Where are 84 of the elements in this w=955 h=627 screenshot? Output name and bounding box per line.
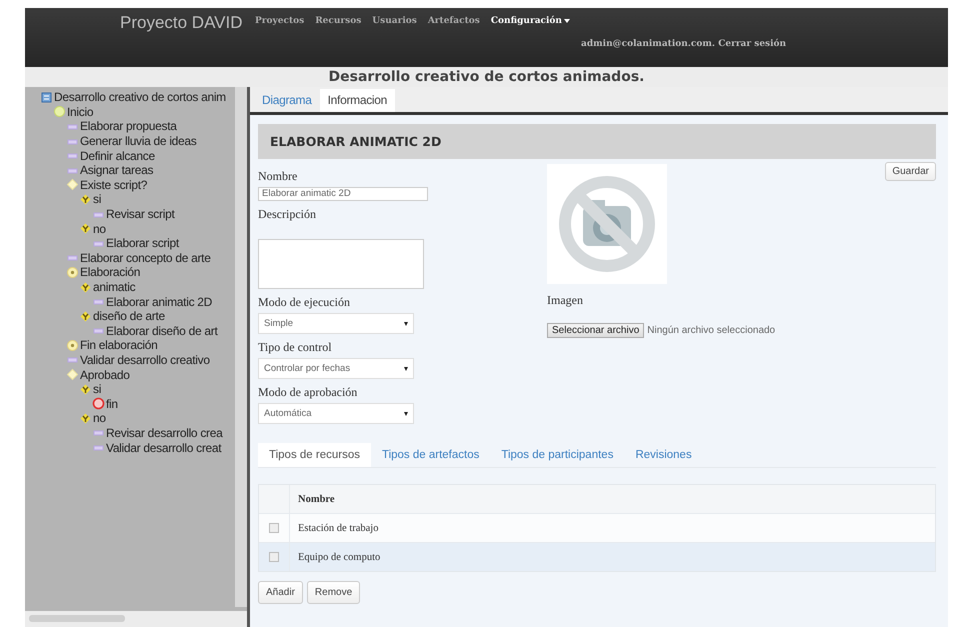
field-label: Descripción [258,207,316,222]
tree-item[interactable]: si [93,382,102,396]
caret-icon [404,322,408,326]
scrollbar[interactable] [235,87,247,607]
field-label: Modo de ejecución [258,295,350,310]
section-heading: ELABORAR ANIMATIC 2D [258,124,936,159]
tree-item[interactable]: no [93,222,106,236]
tree-item[interactable]: Elaborar concepto de arte [80,250,211,265]
tree-item[interactable]: si [93,192,102,206]
tree-item[interactable]: Elaborar diseño de art [106,324,218,338]
tab[interactable]: Diagrama [254,89,320,112]
checkbox[interactable] [269,552,279,562]
tree-item[interactable]: Validar desarrollo creat [106,440,222,455]
field-label: Nombre [258,169,298,184]
input-field[interactable]: Elaborar animatic 2D [258,187,428,201]
branch-icon [79,412,92,425]
caret-icon [404,412,408,416]
table-row[interactable]: Estación de trabajo [259,513,935,542]
tab[interactable]: Revisiones [624,443,703,467]
tab[interactable]: Tipos de recursos [258,443,371,467]
tree-item[interactable]: Existe script? [80,178,148,192]
tree-item[interactable]: Fin elaboración [80,338,158,352]
tab[interactable]: Tipos de participantes [490,443,624,467]
nav-link[interactable]: Artefactos [428,16,480,26]
column-header: Nombre [297,494,335,504]
tree-item[interactable]: Aprobado [80,368,130,382]
tree-item[interactable]: fin [106,396,118,411]
field-label: Imagen [547,293,583,308]
caret-icon [404,366,408,370]
file-status: Ningún archivo seleccionado [647,325,776,336]
save-button[interactable]: Guardar [885,162,936,181]
text-area[interactable] [258,239,424,289]
tree-item[interactable]: Elaboración [80,265,140,280]
branch-icon [79,382,92,396]
scrollbar[interactable] [25,611,247,627]
tree-item[interactable]: animatic [93,280,136,294]
tree-item[interactable]: no [93,411,106,426]
gateway-icon [66,338,79,352]
field-label: Modo de aprobación [258,385,358,400]
page-title: Desarrollo creativo de cortos animados. [25,67,948,87]
tree-item[interactable]: Validar desarrollo creativo [80,352,210,367]
tree-item[interactable]: Generar lluvia de ideas [80,134,197,148]
tree-item[interactable]: Inicio [67,104,94,119]
tree-item[interactable]: Revisar script [106,207,174,222]
scroll-thumb[interactable] [29,615,125,622]
diamond-icon [66,368,79,382]
field-label: Tipo de control [258,340,332,355]
brand-title[interactable]: Proyecto DAVID [120,13,248,33]
no-camera-icon [547,164,667,284]
dropdown[interactable]: Simple [258,313,414,334]
tree-item[interactable]: Asignar tareas [80,163,154,178]
nav-link[interactable]: Usuarios [372,16,417,26]
action-button[interactable]: Remove [306,581,360,604]
table-row[interactable]: Equipo de computo [259,542,935,571]
branch-icon [79,310,92,323]
dropdown[interactable]: Automática [258,403,414,424]
tree-item[interactable]: Elaborar animatic 2D [106,294,212,309]
table-cell-text: Estación de trabajo [297,522,378,534]
tab[interactable]: Informacion [320,89,396,112]
diamond-icon [66,178,79,192]
branch-icon [79,222,92,236]
checkbox[interactable] [269,523,279,533]
gateway-icon [66,266,79,279]
table-cell-text: Equipo de computo [297,552,380,562]
tree-item[interactable]: Elaborar script [106,236,179,250]
nav-link[interactable]: Recursos [315,16,362,26]
dropdown[interactable]: Controlar por fechas [258,358,414,379]
nav-link[interactable]: Proyectos [255,16,304,26]
tree-item[interactable]: Desarrollo creativo de cortos anim [54,90,226,104]
tree-item[interactable]: Elaborar propuesta [80,119,177,134]
file-button[interactable]: Seleccionar archivo [547,323,644,338]
branch-icon [79,280,92,294]
end-circle-icon [92,397,105,410]
caret-icon [564,19,570,23]
start-circle-icon [53,105,66,118]
tree-item[interactable]: Definir alcance [80,148,155,163]
tree-item[interactable]: diseño de arte [93,309,165,324]
process-icon [40,90,53,104]
branch-icon [79,192,92,206]
tree-item[interactable]: Revisar desarrollo crea [106,426,222,440]
nav-link[interactable]: Configuración [490,16,570,26]
user-info: admin@colanimation.com. Cerrar sesión [581,39,786,49]
action-button[interactable]: Añadir [258,581,303,604]
tab[interactable]: Tipos de artefactos [370,443,490,467]
